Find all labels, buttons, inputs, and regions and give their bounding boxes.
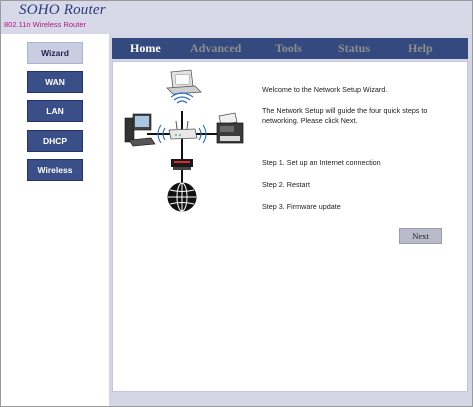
tab-advanced[interactable]: Advanced (190, 41, 241, 56)
intro-text: The Network Setup will guide the four qu… (262, 106, 428, 125)
tab-status[interactable]: Status (338, 41, 370, 56)
sidebar: Wizard WAN LAN DHCP Wireless (1, 34, 109, 406)
brand-subtitle: 802.11n Wireless Router (4, 20, 86, 29)
internet-globe-icon (167, 182, 197, 212)
tab-help[interactable]: Help (408, 41, 433, 56)
wizard-content: Welcome to the Network Setup Wizard. The… (112, 61, 468, 392)
printer-icon (216, 112, 244, 144)
step-3-text: Step 3. Firmware update (262, 202, 341, 211)
tab-tools[interactable]: Tools (275, 41, 302, 56)
step-2-text: Step 2. Restart (262, 180, 310, 189)
welcome-text: Welcome to the Network Setup Wizard. (262, 85, 388, 94)
next-button[interactable]: Next (399, 228, 442, 244)
sidebar-item-wizard[interactable]: Wizard (27, 42, 83, 64)
modem-icon (171, 159, 193, 170)
connection-lines (147, 111, 221, 188)
wifi-signal-icon (170, 92, 194, 104)
laptop-icon (166, 69, 202, 95)
top-nav: Home Advanced Tools Status Help (112, 38, 468, 59)
tab-home[interactable]: Home (130, 41, 161, 56)
brand-title: SOHO Router (19, 2, 106, 18)
sidebar-item-lan[interactable]: LAN (27, 100, 83, 122)
step-1-text: Step 1. Set up an Internet connection (262, 158, 381, 167)
router-admin-window: SOHO Router 802.11n Wireless Router Wiza… (0, 0, 473, 407)
sidebar-item-wireless[interactable]: Wireless (27, 159, 83, 181)
sidebar-item-dhcp[interactable]: DHCP (27, 130, 83, 152)
sidebar-item-wan[interactable]: WAN (27, 71, 83, 93)
network-diagram (124, 69, 244, 212)
desktop-computer-icon (124, 113, 156, 147)
main-area: Home Advanced Tools Status Help Welcome … (109, 34, 472, 406)
header: SOHO Router 802.11n Wireless Router (1, 1, 472, 34)
